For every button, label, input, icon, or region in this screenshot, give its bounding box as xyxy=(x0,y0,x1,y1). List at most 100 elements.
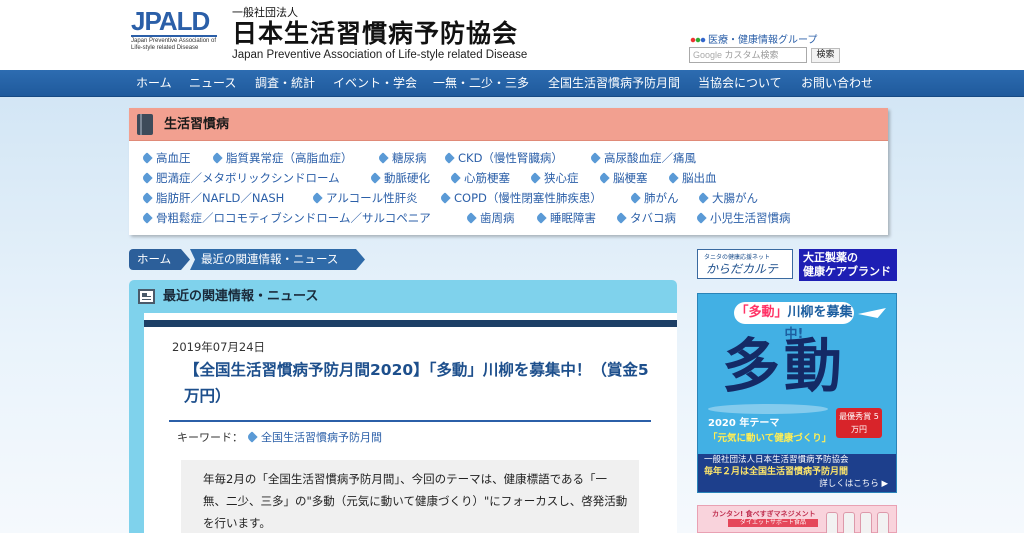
tag-label: 糖尿病 xyxy=(392,151,427,165)
search-button[interactable]: 検索 xyxy=(811,48,840,63)
tag-diabetes[interactable]: 糖尿病 xyxy=(377,150,427,166)
nav-home[interactable]: ホーム xyxy=(136,70,172,97)
tag-myocardial-infarction[interactable]: 心筋梗塞 xyxy=(449,170,510,186)
search-input[interactable]: Google カスタム検索 xyxy=(689,47,807,63)
tag-label: 心筋梗塞 xyxy=(464,171,510,185)
keyword-label: キーワード： xyxy=(177,431,243,444)
nav-prevention-month[interactable]: 全国生活習慣病予防月間 xyxy=(548,70,680,97)
poster-theme-sub: 「元気に動いて健康づくり」 xyxy=(708,433,832,444)
poster-runners-decoration xyxy=(708,404,828,414)
tag-label: 動脈硬化 xyxy=(384,171,430,185)
tag-label: 高血圧 xyxy=(156,151,191,165)
tag-obesity[interactable]: 肥満症／メタボリックシンドローム xyxy=(141,170,340,186)
site-logo[interactable]: JPALD Japan Preventive Association of Li… xyxy=(131,8,219,60)
poster-badge: 「多動」川柳を募集中! xyxy=(734,302,854,342)
product-bottle-icon xyxy=(843,512,855,533)
group-logo-icon xyxy=(690,35,706,45)
article-title: 【全国生活習慣病予防月間2020】「多動」川柳を募集中！（賞金5万円） xyxy=(184,361,649,405)
tag-colon-cancer[interactable]: 大腸がん xyxy=(697,190,758,206)
tag-label: 脂質異常症（高脂血症） xyxy=(226,151,353,165)
nav-events[interactable]: イベント・学会 xyxy=(333,70,417,97)
main-nav: ホーム ニュース 調査・統計 イベント・学会 一無・二少・三多 全国生活習慣病予… xyxy=(0,70,1024,97)
senryu-campaign-banner[interactable]: 「多動」川柳を募集中! 多動 最優秀賞 5万円 2020 年テーマ 「元気に動い… xyxy=(697,293,897,493)
product-bottle-icon xyxy=(826,512,838,533)
nav-research[interactable]: 調査・統計 xyxy=(255,70,315,97)
news-section: 2019年07月24日 【全国生活習慣病予防月間2020】「多動」川柳を募集中！… xyxy=(129,313,677,533)
logo-subtitle: Japan Preventive Association of Life-sty… xyxy=(131,35,217,52)
keyword-text: 全国生活習慣病予防月間 xyxy=(261,431,382,444)
breadcrumb-home[interactable]: ホーム xyxy=(129,249,190,270)
google-label: Google xyxy=(693,50,723,60)
news-section-header: 最近の関連情報・ニュース xyxy=(129,280,677,313)
tag-icon xyxy=(535,212,547,224)
diet-support-banner[interactable]: カンタン! 食べすぎマネジメント ダイエットサポート食品 xyxy=(697,505,897,533)
banner3-small: カンタン! 食べすぎマネジメント xyxy=(712,510,816,518)
tag-label: 大腸がん xyxy=(712,191,758,205)
tag-ckd[interactable]: CKD（慢性腎臓病） xyxy=(443,150,563,166)
tag-lung-cancer[interactable]: 肺がん xyxy=(629,190,679,206)
news-section-title: 最近の関連情報・ニュース xyxy=(163,289,319,304)
taisho-banner[interactable]: 大正製薬の 健康ケアブランド xyxy=(799,249,897,281)
tag-icon xyxy=(141,192,153,204)
tag-icon xyxy=(529,172,541,184)
karada-karte-banner[interactable]: タニタの健康応援ネット からだカルテ xyxy=(697,249,793,279)
tag-label: 歯周病 xyxy=(480,211,515,225)
banner2-line2: 健康ケアブランド xyxy=(803,265,891,278)
paper-plane-icon xyxy=(858,308,886,318)
tag-pediatric[interactable]: 小児生活習慣病 xyxy=(695,210,791,226)
tag-periodontal[interactable]: 歯周病 xyxy=(465,210,515,226)
tag-label: COPD（慢性閉塞性肺疾患） xyxy=(454,191,602,205)
tag-dyslipidemia[interactable]: 脂質異常症（高脂血症） xyxy=(211,150,353,166)
tag-cerebral-hemorrhage[interactable]: 脳出血 xyxy=(667,170,717,186)
category-panel: 生活習慣病 高血圧 脂質異常症（高脂血症） 糖尿病 CKD（慢性腎臓病） 高尿酸… xyxy=(129,108,888,235)
tag-fatty-liver[interactable]: 脂肪肝／NAFLD／NASH xyxy=(141,190,284,206)
breadcrumb-current: 最近の関連情報・ニュース xyxy=(190,249,365,270)
product-bottle-icon xyxy=(860,512,872,533)
tag-label: 脳梗塞 xyxy=(613,171,648,185)
tag-label: 脳出血 xyxy=(682,171,717,185)
article-top-bar xyxy=(144,320,677,327)
tag-osteoporosis[interactable]: 骨粗鬆症／ロコモティブシンドローム／サルコペニア xyxy=(141,210,431,226)
nav-contact[interactable]: お問い合わせ xyxy=(801,70,873,97)
newspaper-icon xyxy=(138,289,155,304)
tag-label: アルコール性肝炎 xyxy=(326,191,418,205)
tag-cerebral-infarction[interactable]: 脳梗塞 xyxy=(598,170,648,186)
nav-about[interactable]: 当協会について xyxy=(698,70,782,97)
tag-hypertension[interactable]: 高血圧 xyxy=(141,150,191,166)
nav-news[interactable]: ニュース xyxy=(189,70,236,97)
tag-arteriosclerosis[interactable]: 動脈硬化 xyxy=(369,170,430,186)
tag-sleep-disorder[interactable]: 睡眠障害 xyxy=(535,210,596,226)
tag-gout[interactable]: 高尿酸血症／痛風 xyxy=(589,150,696,166)
poster-footer-link: 詳しくはこちら ▶ xyxy=(819,479,888,489)
poster-theme: 2020 年テーマ xyxy=(708,418,780,429)
tag-copd[interactable]: COPD（慢性閉塞性肺疾患） xyxy=(439,190,602,206)
org-title[interactable]: 一般社団法人 日本生活習慣病予防協会 Japan Preventive Asso… xyxy=(232,6,527,62)
banner1-main: からだカルテ xyxy=(706,262,779,276)
tag-icon xyxy=(443,152,455,164)
tag-alcoholic-hepatitis[interactable]: アルコール性肝炎 xyxy=(311,190,418,206)
tag-icon xyxy=(141,172,153,184)
prize-ribbon: 最優秀賞 5万円 xyxy=(836,408,882,438)
banner2-line1: 大正製薬の xyxy=(803,251,858,264)
tag-icon xyxy=(598,172,610,184)
search-placeholder: カスタム検索 xyxy=(724,50,779,60)
group-link[interactable]: 医療・健康情報グループ xyxy=(690,31,817,46)
tag-label: 狭心症 xyxy=(544,171,579,185)
keyword-link[interactable]: 全国生活習慣病予防月間 xyxy=(246,429,382,445)
book-icon xyxy=(137,114,153,135)
tag-tobacco[interactable]: タバコ病 xyxy=(615,210,676,226)
tag-label: 骨粗鬆症／ロコモティブシンドローム／サルコペニア xyxy=(156,211,431,225)
poster-footer-month: 毎年２月は全国生活習慣病予防月間 xyxy=(704,467,849,477)
poster-footer: 一般社団法人日本生活習慣病予防協会 毎年２月は全国生活習慣病予防月間 詳しくはこ… xyxy=(698,454,896,492)
tag-angina[interactable]: 狭心症 xyxy=(529,170,579,186)
article: 2019年07月24日 【全国生活習慣病予防月間2020】「多動」川柳を募集中！… xyxy=(144,313,677,533)
tag-label: タバコ病 xyxy=(630,211,676,225)
poster-badge-keyword: 「多動」 xyxy=(735,305,788,320)
tag-label: 高尿酸血症／痛風 xyxy=(604,151,696,165)
tag-icon xyxy=(449,172,461,184)
tag-icon xyxy=(629,192,641,204)
banner3-bar: ダイエットサポート食品 xyxy=(728,519,818,527)
nav-ichimu[interactable]: 一無・二少・三多 xyxy=(433,70,529,97)
tag-label: 小児生活習慣病 xyxy=(710,211,791,225)
tag-icon xyxy=(211,152,223,164)
